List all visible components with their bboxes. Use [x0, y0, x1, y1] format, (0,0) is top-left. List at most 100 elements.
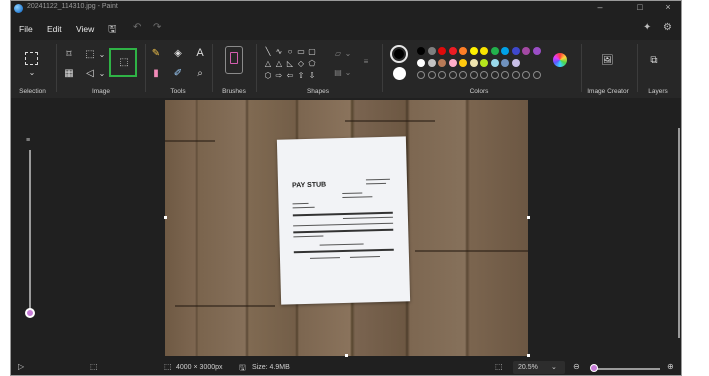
- palette-swatch[interactable]: [417, 47, 425, 55]
- palette-swatch[interactable]: [448, 59, 457, 67]
- image-creator-icon[interactable]: 🖼: [601, 56, 614, 66]
- canvas-resize-handle-bottom[interactable]: [345, 354, 348, 357]
- palette-swatch[interactable]: [532, 47, 541, 55]
- remove-background-button[interactable]: ⬚: [109, 48, 137, 77]
- fill-chevron-down-icon[interactable]: ⌄: [342, 68, 354, 78]
- palette-swatch[interactable]: [448, 47, 457, 55]
- zoom-chevron-down-icon: ⌄: [551, 364, 557, 371]
- custom-color-slot[interactable]: [490, 71, 499, 79]
- outline-chevron-down-icon[interactable]: ⌄: [342, 49, 354, 59]
- select-image-icon[interactable]: ▦: [63, 69, 75, 79]
- shape-arrow-down-icon[interactable]: ⇩: [306, 71, 318, 81]
- palette-swatch[interactable]: [511, 59, 520, 67]
- pay-stub-paper: PAY STUB: [276, 136, 411, 305]
- crop-icon[interactable]: ⌑: [63, 50, 75, 60]
- custom-color-slot[interactable]: [501, 71, 509, 79]
- menu-view[interactable]: View: [76, 24, 94, 34]
- palette-swatch[interactable]: [469, 47, 478, 55]
- paint-window: 20241122_114310.jpg - Paint – □ × File E…: [10, 0, 682, 376]
- zoom-in-icon[interactable]: ⊕: [667, 362, 674, 371]
- secondary-color-button[interactable]: [393, 67, 406, 80]
- custom-color-slot[interactable]: [480, 71, 488, 79]
- shape-size-icon[interactable]: ≡: [360, 57, 372, 67]
- palette-swatch[interactable]: [469, 59, 478, 67]
- selection-chevron-down-icon[interactable]: ⌄: [26, 68, 38, 78]
- custom-color-slot[interactable]: [459, 71, 467, 79]
- shape-rounded-rect-icon[interactable]: ▢: [306, 47, 318, 57]
- palette-swatch[interactable]: [480, 47, 488, 55]
- fill-bucket-icon[interactable]: ◈: [172, 49, 184, 59]
- settings-gear-icon[interactable]: ⚙: [663, 22, 672, 33]
- custom-color-slot[interactable]: [448, 71, 457, 79]
- menu-edit[interactable]: Edit: [47, 24, 62, 34]
- group-label-brushes: Brushes: [222, 88, 246, 95]
- palette-swatch[interactable]: [490, 47, 499, 55]
- vertical-zoom-track[interactable]: [29, 150, 31, 312]
- layers-icon[interactable]: ⧉: [648, 56, 660, 66]
- custom-color-slot[interactable]: [511, 71, 520, 79]
- copilot-sparkle-icon[interactable]: ✦: [643, 22, 651, 33]
- text-tool-icon[interactable]: A: [194, 48, 206, 59]
- palette-swatch[interactable]: [417, 59, 425, 67]
- resize-chevron-down-icon[interactable]: ⌄: [96, 50, 108, 60]
- custom-color-slot[interactable]: [438, 71, 446, 79]
- fit-to-window-icon[interactable]: ⬚: [495, 362, 503, 371]
- edit-colors-wheel-icon[interactable]: [553, 53, 567, 67]
- minimize-button[interactable]: –: [593, 2, 607, 12]
- custom-color-slot[interactable]: [522, 71, 530, 79]
- zoom-slider-knob[interactable]: [590, 364, 598, 372]
- palette-swatch[interactable]: [438, 59, 446, 67]
- maximize-button[interactable]: □: [633, 2, 647, 12]
- doc-text-line: [342, 192, 363, 195]
- zoom-out-icon[interactable]: ⊖: [573, 362, 580, 371]
- eraser-icon[interactable]: ▮: [150, 69, 162, 79]
- save-icon[interactable]: 🖫: [108, 22, 117, 39]
- rotate-icon[interactable]: ◁: [84, 69, 96, 79]
- palette-swatch[interactable]: [438, 47, 446, 55]
- custom-color-slot[interactable]: [532, 71, 541, 79]
- palette-swatch[interactable]: [427, 59, 436, 67]
- vertical-scrollbar-thumb[interactable]: [678, 128, 680, 338]
- brushes-button[interactable]: [225, 46, 243, 74]
- magnifier-icon[interactable]: ⌕: [194, 69, 206, 79]
- shape-pentagon-icon[interactable]: ⬠: [306, 59, 318, 69]
- undo-icon[interactable]: ↶: [133, 22, 141, 33]
- custom-color-slot[interactable]: [417, 71, 425, 79]
- close-button[interactable]: ×: [661, 2, 675, 12]
- group-label-layers[interactable]: Layers: [638, 88, 678, 95]
- palette-swatch[interactable]: [459, 59, 467, 67]
- palette-swatch[interactable]: [522, 47, 530, 55]
- group-label-image-creator[interactable]: Image Creator: [582, 88, 634, 95]
- palette-swatch[interactable]: [511, 47, 520, 55]
- canvas-resize-handle-corner[interactable]: [527, 354, 530, 357]
- palette-swatch[interactable]: [501, 59, 509, 67]
- menu-file[interactable]: File: [19, 24, 33, 34]
- palette-swatch[interactable]: [427, 47, 436, 55]
- color-picker-icon[interactable]: ✐: [172, 69, 184, 79]
- zoom-dropdown[interactable]: 20.5% ⌄: [513, 361, 565, 374]
- custom-color-slot[interactable]: [469, 71, 478, 79]
- ribbon-divider: [212, 44, 213, 92]
- image-canvas[interactable]: PAY STUB: [165, 100, 528, 356]
- selection-rectangle-icon[interactable]: [25, 52, 38, 65]
- palette-swatch[interactable]: [459, 47, 467, 55]
- palette-swatch[interactable]: [490, 59, 499, 67]
- pencil-icon[interactable]: ✎: [150, 49, 162, 59]
- primary-color-button[interactable]: [390, 45, 408, 63]
- palette-swatch[interactable]: [480, 59, 488, 67]
- custom-color-slot[interactable]: [427, 71, 436, 79]
- zoom-fit-icon[interactable]: ≡: [26, 137, 30, 144]
- redo-icon[interactable]: ↷: [153, 22, 161, 33]
- doc-text-line: [365, 178, 390, 181]
- palette-swatch[interactable]: [501, 47, 509, 55]
- canvas-resize-handle-right[interactable]: [527, 216, 530, 219]
- zoom-slider[interactable]: [592, 368, 660, 370]
- title-bar: 20241122_114310.jpg - Paint – □ ×: [10, 0, 682, 16]
- ribbon-divider: [637, 44, 638, 92]
- group-label-image: Image: [91, 88, 111, 95]
- rotate-chevron-down-icon[interactable]: ⌄: [96, 69, 108, 79]
- canvas-resize-handle-left[interactable]: [164, 216, 167, 219]
- status-bar: ▷ ⬚ ⬚ 4000 × 3000px 🖫 Size: 4.9MB ⬚ 20.5…: [10, 358, 682, 376]
- resize-icon[interactable]: ⬚: [84, 50, 96, 60]
- vertical-zoom-knob[interactable]: [25, 308, 35, 318]
